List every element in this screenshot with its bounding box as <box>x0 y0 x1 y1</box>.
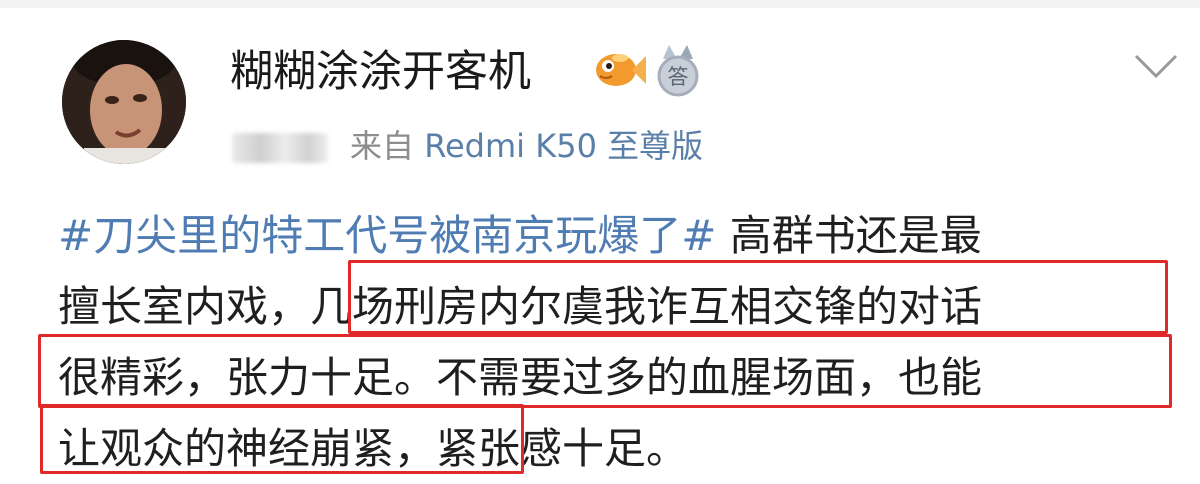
medal-char: 答 <box>668 65 689 89</box>
fish-icon[interactable] <box>592 48 646 96</box>
hashtag-link[interactable]: #刀尖里的特工代号被南京玩爆了# <box>58 211 716 260</box>
post-line-1-rest: 高群书还是最 <box>716 211 982 260</box>
chevron-down-icon[interactable] <box>1132 50 1180 88</box>
post-line-3: 很精彩，张力十足。不需要过多的血腥场面，也能 <box>58 353 983 402</box>
post-body: #刀尖里的特工代号被南京玩爆了# 高群书还是最 擅长室内戏，几场刑房内尔虞我诈互… <box>58 200 1168 484</box>
post-line-4: 让观众的神经崩紧，紧张感十足。 <box>58 424 689 473</box>
post-line-1: #刀尖里的特工代号被南京玩爆了# 高群书还是最 <box>58 200 1168 271</box>
post-line-2: 擅长室内戏，几场刑房内尔虞我诈互相交锋的对话 <box>58 282 983 331</box>
device-source-link[interactable]: Redmi K50 至尊版 <box>424 127 703 165</box>
source-prefix: 来自 <box>350 127 415 165</box>
post-date-blurred <box>232 133 328 163</box>
answer-medal-icon[interactable]: 答 <box>655 45 701 101</box>
username[interactable]: 糊糊涂涂开客机 <box>230 40 531 104</box>
post-meta: 来自 Redmi K50 至尊版 <box>232 120 703 172</box>
avatar[interactable] <box>62 40 186 164</box>
top-divider <box>0 0 1200 8</box>
